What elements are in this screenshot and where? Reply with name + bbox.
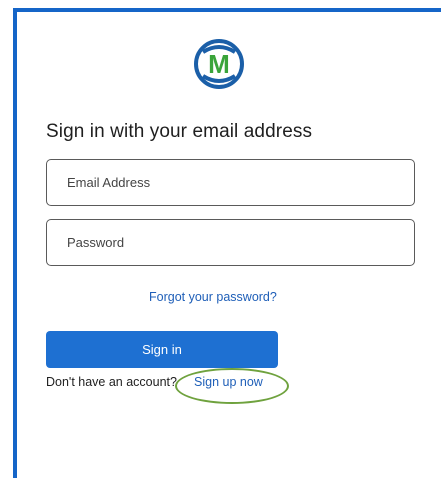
m-logo-icon: M: [194, 39, 244, 89]
sign-in-button[interactable]: Sign in: [46, 331, 278, 368]
page-title: Sign in with your email address: [46, 121, 313, 142]
sign-up-link[interactable]: Sign up now: [194, 375, 263, 389]
password-field[interactable]: [46, 219, 415, 266]
forgot-password-link[interactable]: Forgot your password?: [149, 290, 277, 304]
email-field[interactable]: [46, 159, 415, 206]
no-account-text: Don't have an account?: [46, 375, 177, 389]
logo-letter: M: [208, 49, 230, 79]
